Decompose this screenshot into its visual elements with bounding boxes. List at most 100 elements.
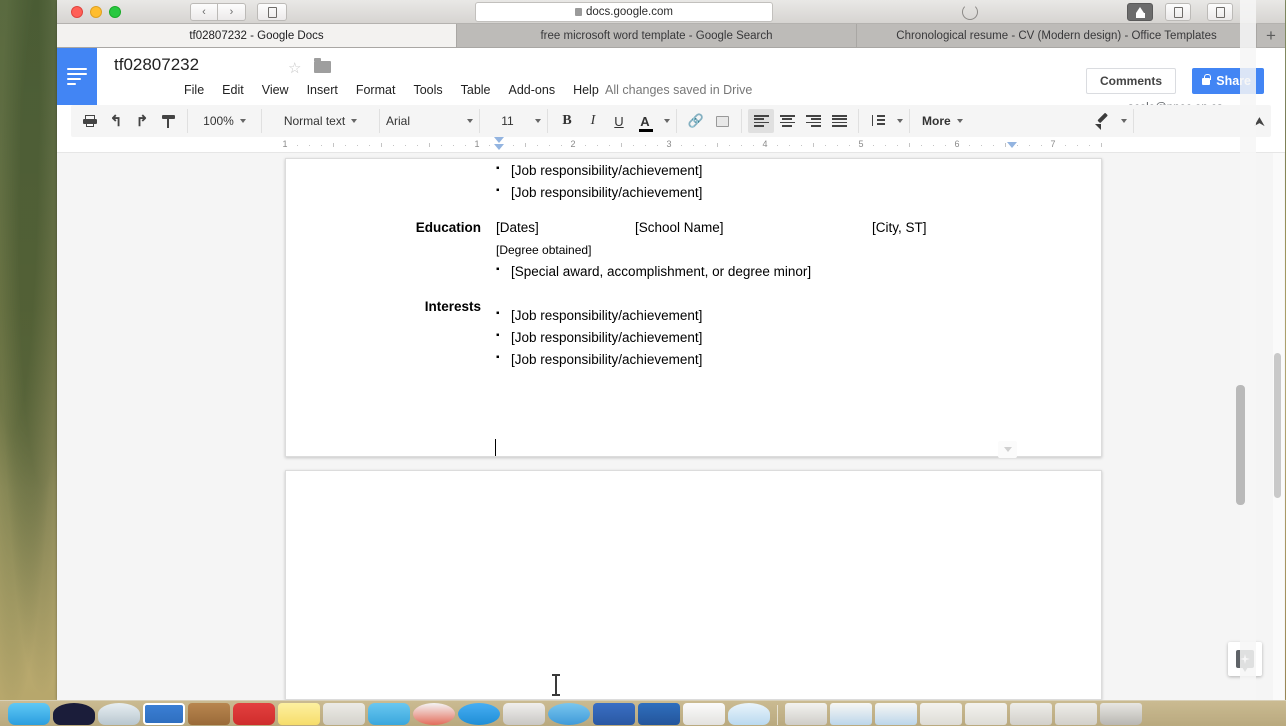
new-tab-button[interactable]: + [1257, 24, 1285, 47]
dock-icon-safari[interactable] [98, 703, 140, 725]
chevron-down-icon[interactable] [1120, 119, 1127, 123]
document-scrollbar-track[interactable] [1273, 153, 1284, 700]
docs-home-icon[interactable] [57, 48, 97, 105]
chevron-down-icon[interactable] [897, 119, 903, 123]
menu-help[interactable]: Help [564, 80, 608, 100]
right-indent-marker[interactable] [1007, 142, 1017, 148]
document-page-2[interactable]: References References are available on r… [285, 470, 1102, 700]
dock-icon-mail[interactable] [728, 703, 770, 725]
document-canvas[interactable]: [Job responsibility/achievement] [Job re… [57, 153, 1285, 700]
align-left-button[interactable] [748, 109, 774, 133]
dock-icon-cloud[interactable] [368, 703, 410, 725]
text-color-button[interactable]: A [632, 109, 658, 133]
redo-button[interactable]: ↱ [129, 109, 155, 133]
chevron-down-icon [239, 119, 246, 123]
zoom-dropdown[interactable]: 100% [188, 109, 262, 133]
dock-icon-finder[interactable] [8, 703, 50, 725]
more-button[interactable]: More [910, 109, 969, 133]
comments-button[interactable]: Comments [1085, 68, 1176, 94]
ruler-track[interactable]: 1 1 2 3 4 5 6 7 [282, 137, 1102, 152]
dock-icon-excel[interactable] [638, 703, 680, 725]
bold-button[interactable]: B [554, 109, 580, 133]
menu-tools[interactable]: Tools [404, 80, 451, 100]
dock-icon-firefox[interactable] [413, 703, 455, 725]
menu-format[interactable]: Format [347, 80, 405, 100]
italic-icon: I [590, 113, 596, 128]
comment-marker-icon[interactable] [998, 441, 1017, 458]
reload-icon[interactable] [962, 4, 978, 20]
close-window-button[interactable] [71, 6, 83, 18]
line-spacing-button[interactable] [865, 109, 891, 133]
align-right-button[interactable] [800, 109, 826, 133]
window-controls[interactable] [71, 6, 121, 18]
background-window-scrollbar[interactable] [1236, 385, 1245, 505]
font-size-dropdown[interactable]: 11 [480, 109, 548, 133]
dock-icon-recent-3[interactable] [875, 703, 917, 725]
menu-addons[interactable]: Add-ons [500, 80, 565, 100]
align-justify-button[interactable] [826, 109, 852, 133]
chevron-down-icon [467, 119, 473, 123]
font-dropdown[interactable]: Arial [380, 109, 480, 133]
menu-insert[interactable]: Insert [298, 80, 347, 100]
print-button[interactable] [77, 109, 103, 133]
folder-icon[interactable] [314, 58, 331, 73]
align-center-button[interactable] [774, 109, 800, 133]
sidebar-toggle-icon[interactable] [257, 3, 287, 21]
dock-icon-recent-4[interactable] [920, 703, 962, 725]
back-button[interactable]: ‹ [190, 3, 218, 21]
dock [0, 700, 1286, 726]
share-icon[interactable] [1127, 3, 1153, 21]
document-scrollbar-thumb[interactable] [1274, 353, 1281, 498]
chevron-down-icon[interactable] [664, 119, 670, 123]
menu-view[interactable]: View [253, 80, 298, 100]
undo-button[interactable]: ↰ [103, 109, 129, 133]
dock-icon-photos[interactable] [143, 703, 185, 725]
dock-icon-recent-1[interactable] [785, 703, 827, 725]
editing-mode-button[interactable] [1089, 109, 1115, 133]
dock-icon-recent-5[interactable] [965, 703, 1007, 725]
dock-icon-word[interactable] [593, 703, 635, 725]
dock-icon-settings[interactable] [503, 703, 545, 725]
tab-1[interactable]: free microsoft word template - Google Se… [457, 24, 857, 47]
add-comment-button[interactable] [709, 109, 735, 133]
star-icon[interactable]: ☆ [288, 59, 301, 77]
dock-icon-appstore[interactable] [458, 703, 500, 725]
menu-table[interactable]: Table [452, 80, 500, 100]
document-title[interactable]: tf02807232 [114, 55, 199, 75]
paint-format-button[interactable] [155, 109, 181, 133]
menu-file[interactable]: File [175, 80, 213, 100]
tab-2[interactable]: Chronological resume - CV (Modern design… [857, 24, 1257, 47]
dock-icon-recent-2[interactable] [830, 703, 872, 725]
downloads-icon[interactable] [1165, 3, 1191, 21]
left-indent-marker[interactable] [494, 137, 505, 151]
forward-button[interactable]: › [218, 3, 246, 21]
dock-icon-trash[interactable] [1100, 703, 1142, 725]
education-degree: [Degree obtained] [496, 243, 592, 257]
paragraph-style-dropdown[interactable]: Normal text [262, 109, 380, 133]
maximize-window-button[interactable] [109, 6, 121, 18]
more-label: More [922, 114, 951, 128]
dock-separator [777, 705, 778, 725]
menu-edit[interactable]: Edit [213, 80, 253, 100]
insert-link-button[interactable]: 🔗 [683, 109, 709, 133]
dock-icon-preview[interactable] [683, 703, 725, 725]
dock-icon-recent-6[interactable] [1010, 703, 1052, 725]
dock-icon-calendar[interactable] [233, 703, 275, 725]
dock-icon-ibooks[interactable] [188, 703, 230, 725]
minimize-window-button[interactable] [90, 6, 102, 18]
italic-button[interactable]: I [580, 109, 606, 133]
dock-icon-contacts[interactable] [323, 703, 365, 725]
dock-icon-notes[interactable] [278, 703, 320, 725]
underline-button[interactable]: U [606, 109, 632, 133]
background-window-strip [1240, 0, 1256, 700]
document-page-1[interactable]: [Job responsibility/achievement] [Job re… [285, 158, 1102, 457]
address-bar[interactable]: docs.google.com [475, 2, 773, 22]
document-ruler[interactable]: 1 1 2 3 4 5 6 7 [57, 137, 1285, 153]
dock-icon-itunes[interactable] [548, 703, 590, 725]
dock-icon-launchpad[interactable] [53, 703, 95, 725]
ruler-number-5: 5 [858, 139, 864, 149]
dock-icon-recent-7[interactable] [1055, 703, 1097, 725]
tab-0[interactable]: tf02807232 - Google Docs [57, 24, 457, 47]
show-all-tabs-icon[interactable] [1207, 3, 1233, 21]
mouse-text-cursor [552, 674, 560, 696]
